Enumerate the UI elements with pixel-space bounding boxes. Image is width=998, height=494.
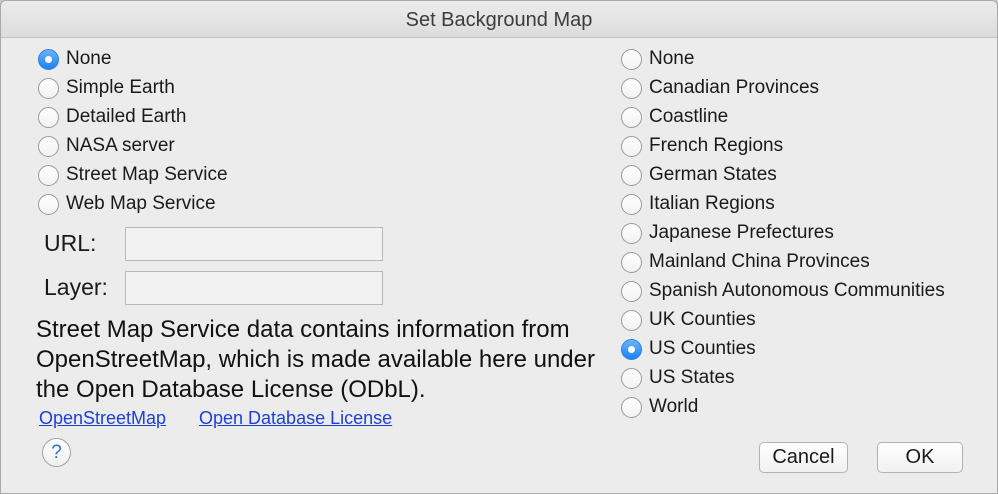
title-bar: Set Background Map [1,1,997,38]
radio-button[interactable] [621,48,642,70]
basemap-option-label: NASA server [66,135,175,156]
overlay-option-label: US States [649,367,735,388]
open-database-license-link[interactable]: Open Database License [199,408,392,429]
license-info-text: Street Map Service data contains informa… [36,316,595,403]
overlay-option-world[interactable]: World [621,394,698,420]
radio-button[interactable] [621,367,642,389]
basemap-option-street-map-service[interactable]: Street Map Service [38,162,228,188]
overlay-option-label: Spanish Autonomous Communities [649,280,945,301]
overlay-option-mainland-china-provinces[interactable]: Mainland China Provinces [621,249,870,275]
basemap-option-simple-earth[interactable]: Simple Earth [38,75,175,101]
radio-button[interactable] [621,193,642,215]
radio-button[interactable] [38,77,59,99]
radio-button[interactable] [621,164,642,186]
basemap-option-label: Detailed Earth [66,106,187,127]
overlay-option-coastline[interactable]: Coastline [621,104,728,130]
radio-button[interactable] [621,251,642,273]
url-field[interactable] [125,227,383,261]
overlay-option-uk-counties[interactable]: UK Counties [621,307,756,333]
cancel-button[interactable]: Cancel [759,442,848,473]
overlay-option-label: Japanese Prefectures [649,222,834,243]
radio-button[interactable] [38,106,59,128]
overlay-option-us-counties[interactable]: US Counties [621,336,756,362]
radio-button[interactable] [38,164,59,186]
overlay-option-label: Mainland China Provinces [649,251,870,272]
ok-button[interactable]: OK [877,442,963,473]
overlay-option-japanese-prefectures[interactable]: Japanese Prefectures [621,220,834,246]
basemap-option-web-map-service[interactable]: Web Map Service [38,191,216,217]
overlay-option-label: French Regions [649,135,784,156]
basemap-option-label: None [66,48,112,69]
openstreetmap-link[interactable]: OpenStreetMap [39,408,166,429]
radio-button[interactable] [621,106,642,128]
overlay-option-label: None [649,48,695,69]
basemap-option-label: Web Map Service [66,193,216,214]
basemap-option-nasa-server[interactable]: NASA server [38,133,175,159]
overlay-option-label: US Counties [649,338,756,359]
overlay-option-spanish-autonomous-communities[interactable]: Spanish Autonomous Communities [621,278,945,304]
radio-button[interactable] [621,338,642,360]
overlay-option-label: World [649,396,699,417]
overlay-option-none[interactable]: None [621,46,694,72]
overlay-option-label: German States [649,164,777,185]
overlay-option-label: Italian Regions [649,193,775,214]
radio-button[interactable] [621,135,642,157]
basemap-option-label: Street Map Service [66,164,228,185]
radio-button[interactable] [621,222,642,244]
overlay-option-german-states[interactable]: German States [621,162,777,188]
overlay-option-label: Canadian Provinces [649,77,820,98]
radio-button[interactable] [621,396,642,418]
overlay-option-label: Coastline [649,106,729,127]
layer-field[interactable] [125,271,383,305]
overlay-option-label: UK Counties [649,309,756,330]
set-background-map-dialog: Set Background Map None Simple Earth Det… [0,0,998,494]
question-mark-icon: ? [51,442,62,463]
radio-button[interactable] [621,280,642,302]
basemap-option-none[interactable]: None [38,46,111,72]
basemap-option-detailed-earth[interactable]: Detailed Earth [38,104,186,130]
overlay-option-italian-regions[interactable]: Italian Regions [621,191,775,217]
radio-button[interactable] [38,48,59,70]
overlay-option-us-states[interactable]: US States [621,365,735,391]
radio-button[interactable] [621,77,642,99]
overlay-option-canadian-provinces[interactable]: Canadian Provinces [621,75,819,101]
overlay-option-french-regions[interactable]: French Regions [621,133,783,159]
radio-button[interactable] [38,193,59,215]
radio-button[interactable] [38,135,59,157]
layer-label: Layer: [44,274,108,300]
radio-button[interactable] [621,309,642,331]
window-title: Set Background Map [405,9,593,31]
url-label: URL: [44,230,97,256]
basemap-option-label: Simple Earth [66,77,175,98]
help-button[interactable]: ? [42,438,71,467]
